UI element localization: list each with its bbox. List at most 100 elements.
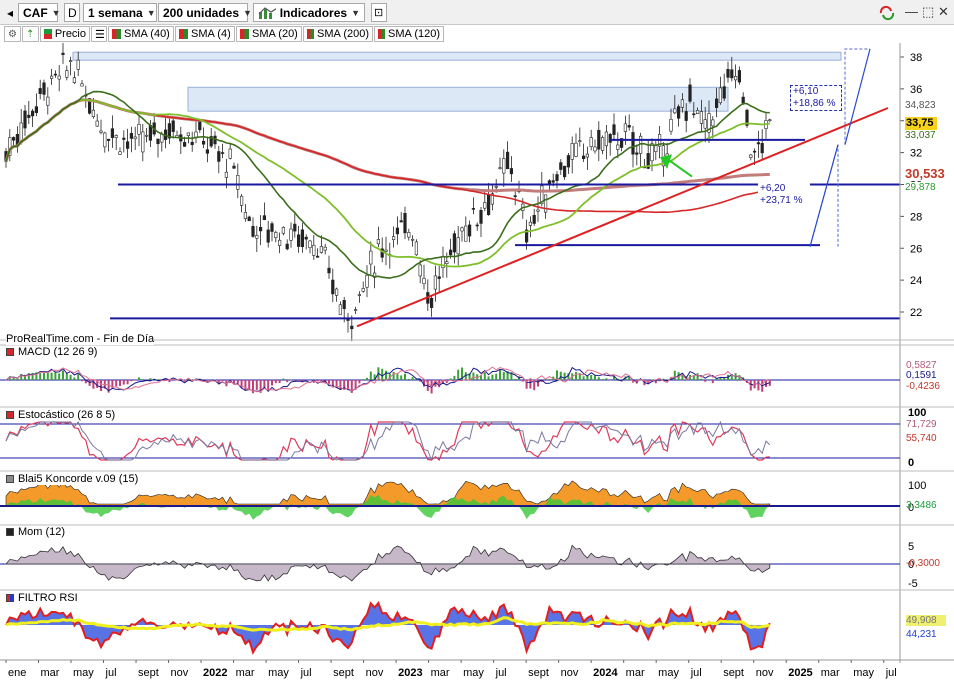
koncorde-title[interactable]: Blai5 Koncorde v.09 (15) [6,473,139,485]
source-label: ProRealTime.com - Fin de Día [6,333,155,345]
annotation-box-bottom[interactable]: +6,20 +23,71 % [758,183,810,209]
restore-icon[interactable]: ⬚ [922,4,934,20]
x-tick-label: nov [366,667,384,679]
macd-histogram-bar [244,380,247,391]
mode-button[interactable]: D [64,3,80,22]
x-tick-label: nov [561,667,579,679]
candle-body [338,304,343,315]
macd-histogram-bar [400,375,403,380]
candle-body [99,130,103,133]
period-selector[interactable]: 1 semana ▼ [83,3,157,22]
candle-body [57,75,61,80]
x-tick-label: jul [105,667,117,679]
candle-body [53,73,57,76]
sma40-legend[interactable]: SMA (40) [108,26,174,42]
price-legend[interactable]: Precio [40,26,90,42]
close-icon[interactable]: ✕ [938,4,949,20]
sma200-legend[interactable]: SMA (200) [303,26,373,42]
mode-label: D [68,5,77,20]
macd-histogram-bar [65,373,68,380]
minimize-icon[interactable]: — [905,4,918,19]
indicators-button[interactable]: Indicadores ▼ [253,3,365,22]
candle-body [505,151,510,170]
sma4-legend[interactable]: SMA (4) [175,26,235,42]
stoch-title[interactable]: Estocástico (26 8 5) [6,409,116,421]
y-tick-label: 26 [910,243,922,255]
candle-body [110,128,114,138]
price-color-icon [44,29,52,39]
macd-histogram-bar [575,371,577,380]
candle-body [768,119,772,122]
macd-histogram-bar [282,378,285,380]
x-tick-label: mar [236,667,255,679]
list-icon[interactable]: ☰ [91,26,107,42]
candle-body [528,221,532,226]
candle-body [399,220,403,223]
candle-body [186,132,191,136]
candle-body [711,119,715,127]
projection-top-line [844,48,871,145]
candle-body [148,125,153,141]
mom-title[interactable]: Mom (12) [6,526,66,538]
macd-histogram-bar [358,380,361,384]
macd-histogram-bar [286,380,289,383]
add-icon[interactable]: ⇡ [22,26,39,42]
candle-body [95,120,99,127]
candle-body [353,309,358,311]
macd-histogram-bar [590,374,593,380]
toggle-button[interactable]: ⊡ [371,3,387,22]
candle-body [304,236,308,240]
macd-histogram-bar [43,372,45,380]
candle-body [555,174,559,181]
x-tick-label: 2025 [788,667,812,679]
candle-body [749,154,753,158]
sma20-legend[interactable]: SMA (20) [236,26,302,42]
sma200-color-icon [307,29,315,39]
candle-body [103,132,107,148]
candle-body [221,152,225,154]
candle-body [300,229,305,248]
macd-histogram-bar [73,377,76,380]
macd-histogram-bar [252,380,254,394]
macd-histogram-bar [141,379,144,380]
x-tick-label: jul [300,667,312,679]
macd-histogram-bar [757,380,760,391]
chart-canvas[interactable]: 222426283032343638 1000100050-5 enemarma… [0,43,954,680]
sync-icon[interactable] [876,3,898,22]
x-tick-label: jul [885,667,897,679]
candle-body [72,77,76,84]
sma120-color-icon [378,29,386,39]
candle-body [137,124,141,135]
candle-body [452,233,457,253]
x-tick-label: may [268,667,289,679]
candle-body [414,241,419,256]
macd-histogram-bar [255,380,258,390]
units-selector[interactable]: 200 unidades ▼ [158,3,252,22]
menu-arrow-icon[interactable]: ◂ [2,3,18,22]
rsi-title[interactable]: FILTRO RSI [6,592,78,604]
candle-body [38,88,42,94]
candle-body [403,213,407,234]
macd-histogram-bar [708,379,710,380]
annotation-top-points: +6,10 [793,86,819,97]
annotation-box-top[interactable]: +6,10 +18,86 % [790,85,842,111]
macd-histogram-bar [499,369,501,380]
candle-body [650,143,654,162]
candle-body [224,171,229,178]
candle-body [600,137,605,151]
chevron-down-icon: ▼ [51,7,61,18]
sma120-legend[interactable]: SMA (120) [374,26,444,42]
y-tick-label: 36 [910,84,922,96]
macd-color-icon [6,348,14,356]
ticker-selector[interactable]: CAF ▼ [18,3,61,22]
macd-histogram-bar [46,372,49,380]
sma4-label: SMA (4) [191,28,231,40]
settings-icon[interactable]: ⚙ [4,26,21,42]
macd-histogram-bar [529,380,532,389]
candle-body [308,240,312,249]
macd-title[interactable]: MACD (12 26 9) [6,346,98,358]
candle-body [433,275,438,290]
sma120-line [5,98,771,214]
x-tick-label: may [73,667,94,679]
chevron-down-icon: ▼ [243,7,252,18]
